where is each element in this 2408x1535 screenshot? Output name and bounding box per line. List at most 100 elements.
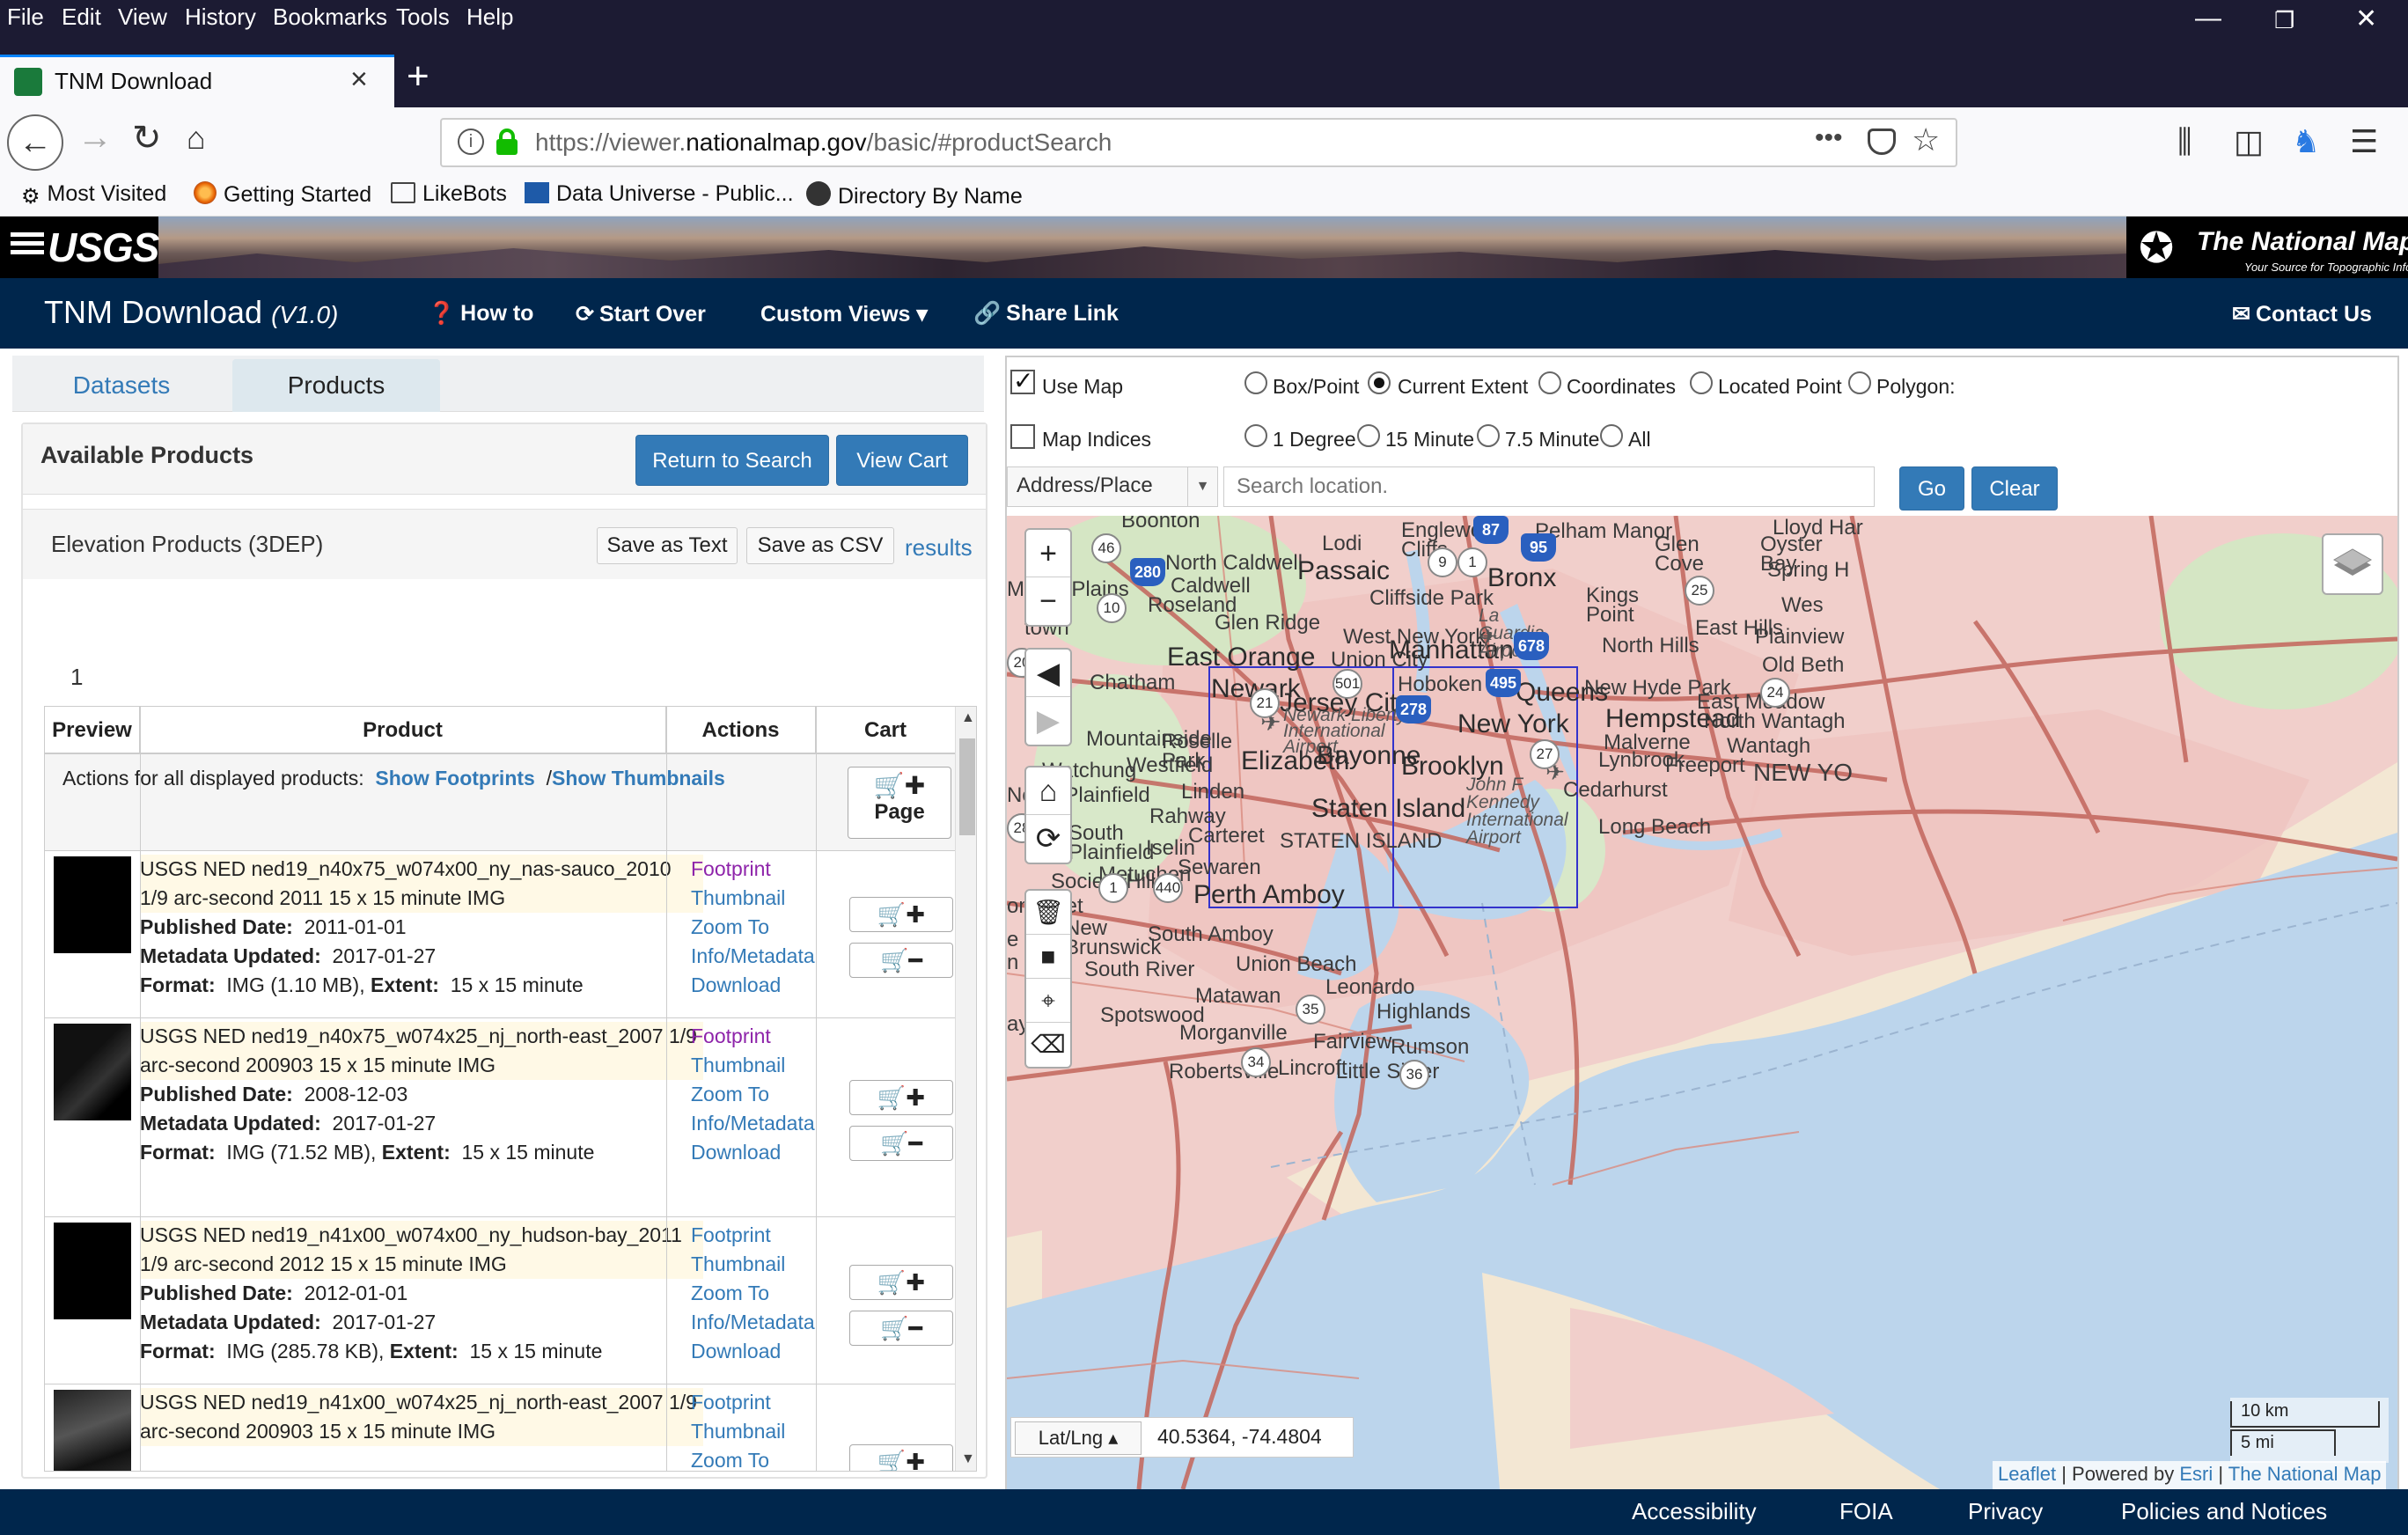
download-link[interactable]: Download — [691, 971, 832, 1000]
tab-datasets[interactable]: Datasets — [16, 359, 227, 412]
forward-icon[interactable]: → — [77, 118, 113, 158]
radio-current-extent[interactable] — [1368, 371, 1391, 394]
add-to-cart-button[interactable]: 🛒✚ — [849, 1265, 953, 1300]
scroll-down-icon[interactable]: ▼ — [961, 1451, 975, 1467]
close-tab-icon[interactable]: × — [350, 62, 368, 97]
restore-icon[interactable]: ❐ — [2274, 7, 2294, 34]
trash-icon[interactable]: 🗑 — [1026, 891, 1070, 935]
close-window-icon[interactable]: ✕ — [2355, 4, 2377, 34]
product-thumbnail[interactable] — [54, 1390, 131, 1471]
page-actions-icon[interactable]: ••• — [1815, 123, 1843, 153]
add-to-cart-button[interactable]: 🛒✚ — [849, 1080, 953, 1115]
product-thumbnail[interactable] — [54, 1223, 131, 1319]
zoom-to-link[interactable]: Zoom To — [691, 1279, 832, 1308]
scroll-thumb[interactable] — [959, 738, 975, 835]
bookmark-star-icon[interactable]: ☆ — [1912, 121, 1940, 158]
map-indices-checkbox[interactable] — [1010, 424, 1035, 449]
remove-from-cart-button[interactable]: 🛒━ — [849, 1126, 953, 1161]
eraser-icon[interactable]: ⌫ — [1026, 1023, 1070, 1067]
leaflet-link[interactable]: Leaflet — [1998, 1463, 2056, 1485]
home-extent-icon[interactable]: ⌂ — [1026, 768, 1070, 815]
custom-views-dropdown[interactable]: Custom Views ▾ — [760, 301, 928, 327]
home-icon[interactable]: ⌂ — [187, 120, 206, 157]
menu-file[interactable]: File — [7, 4, 44, 31]
footer-privacy[interactable]: Privacy — [1968, 1498, 2043, 1525]
radio-7-5-minute[interactable] — [1477, 424, 1500, 447]
scroll-up-icon[interactable]: ▲ — [961, 710, 975, 726]
draw-rectangle-icon[interactable]: ■ — [1026, 935, 1070, 979]
sidebar-icon[interactable]: ◫ — [2234, 123, 2264, 160]
footer-policies[interactable]: Policies and Notices — [2121, 1498, 2327, 1525]
return-to-search-button[interactable]: Return to Search — [635, 435, 829, 486]
thumbnail-link[interactable]: Thumbnail — [691, 1417, 832, 1446]
esri-link[interactable]: Esri — [2179, 1463, 2213, 1485]
show-footprints-link[interactable]: Show Footprints — [375, 767, 534, 790]
bookmark-most-visited[interactable]: ⚙ Most Visited — [21, 181, 166, 209]
radio-located-point[interactable] — [1690, 371, 1713, 394]
footprint-link[interactable]: Footprint — [691, 855, 832, 884]
menu-help[interactable]: Help — [466, 4, 513, 31]
url-bar[interactable]: i https://viewer.nationalmap.gov/basic/#… — [440, 118, 1957, 167]
usgs-logo[interactable]: USGS — [0, 217, 159, 278]
menu-history[interactable]: History — [185, 4, 256, 31]
thumbnail-link[interactable]: Thumbnail — [691, 1250, 832, 1279]
zoom-to-link[interactable]: Zoom To — [691, 1080, 832, 1109]
next-extent-icon[interactable]: ▶ — [1026, 697, 1070, 745]
radio-coordinates[interactable] — [1538, 371, 1561, 394]
national-map-logo[interactable]: ✪ The National Map Your Source for Topog… — [2126, 217, 2408, 278]
info-icon[interactable]: i — [458, 129, 484, 155]
map-canvas[interactable]: ✈ ✈ ✈ Boonton North Caldwell Caldwell Ro… — [1007, 516, 2397, 1489]
address-type-select[interactable]: Address/Place ▼ — [1007, 466, 1218, 507]
previous-extent-icon[interactable]: ◀ — [1026, 650, 1070, 697]
back-icon[interactable]: ← — [7, 114, 63, 171]
product-thumbnail[interactable] — [54, 1024, 131, 1120]
use-map-checkbox[interactable] — [1010, 366, 1035, 395]
thumbnail-link[interactable]: Thumbnail — [691, 884, 832, 913]
zoom-out-icon[interactable]: − — [1026, 577, 1070, 625]
bookmark-directory-by-name[interactable]: Directory By Name — [806, 181, 1023, 209]
menu-edit[interactable]: Edit — [62, 4, 101, 31]
menu-tools[interactable]: Tools — [396, 4, 450, 31]
view-cart-button[interactable]: View Cart — [836, 435, 968, 486]
share-link[interactable]: 🔗 Share Link — [973, 301, 1119, 327]
radio-15-minute[interactable] — [1357, 424, 1380, 447]
bookmark-likebots[interactable]: LikeBots — [391, 181, 507, 207]
download-link[interactable]: Download — [691, 1138, 832, 1167]
bookmark-getting-started[interactable]: Getting Started — [194, 181, 371, 208]
footprint-link[interactable]: Footprint — [691, 1221, 832, 1250]
add-to-cart-button[interactable]: 🛒✚ — [849, 1444, 953, 1471]
add-to-cart-button[interactable]: 🛒✚ — [849, 897, 953, 932]
add-page-to-cart-button[interactable]: 🛒✚ Page — [848, 767, 951, 839]
search-location-input[interactable] — [1223, 466, 1875, 507]
bookmark-data-universe[interactable]: Data Universe - Public... — [525, 181, 794, 207]
radio-1-degree[interactable] — [1244, 424, 1267, 447]
layers-icon[interactable] — [2322, 533, 2383, 595]
coordinate-format-select[interactable]: Lat/Lng ▴ — [1015, 1421, 1142, 1455]
remove-from-cart-button[interactable]: 🛒━ — [849, 1311, 953, 1346]
contact-us-link[interactable]: ✉ Contact Us — [2232, 301, 2372, 327]
footprint-link[interactable]: Footprint — [691, 1388, 832, 1417]
info-metadata-link[interactable]: Info/Metadata — [691, 1109, 832, 1138]
go-button[interactable]: Go — [1899, 466, 1964, 510]
remove-from-cart-button[interactable]: 🛒━ — [849, 943, 953, 978]
save-as-text-button[interactable]: Save as Text — [597, 527, 738, 564]
footprint-link[interactable]: Footprint — [691, 1022, 832, 1051]
footer-foia[interactable]: FOIA — [1839, 1498, 1893, 1525]
thumbnail-link[interactable]: Thumbnail — [691, 1051, 832, 1080]
results-link[interactable]: results — [905, 534, 973, 562]
info-metadata-link[interactable]: Info/Metadata — [691, 1308, 832, 1337]
reset-map-icon[interactable]: ⟳ — [1026, 815, 1070, 863]
product-thumbnail[interactable] — [54, 856, 131, 953]
menu-bookmarks[interactable]: Bookmarks — [273, 4, 387, 31]
national-map-link[interactable]: The National Map — [2228, 1463, 2382, 1485]
radio-all[interactable] — [1600, 424, 1623, 447]
table-scrollbar[interactable]: ▲ ▼ — [955, 707, 976, 1471]
zoom-to-link[interactable]: Zoom To — [691, 1446, 832, 1471]
how-to-link[interactable]: ❓ How to — [428, 301, 533, 327]
start-over-link[interactable]: ⟳ Start Over — [576, 301, 706, 327]
hamburger-menu-icon[interactable]: ☰ — [2350, 123, 2378, 160]
browser-tab[interactable]: TNM Download × — [0, 55, 394, 107]
clear-button[interactable]: Clear — [1971, 466, 2058, 510]
minimize-icon[interactable]: — — [2195, 4, 2221, 33]
extension-icon[interactable]: ♞ — [2292, 123, 2320, 160]
